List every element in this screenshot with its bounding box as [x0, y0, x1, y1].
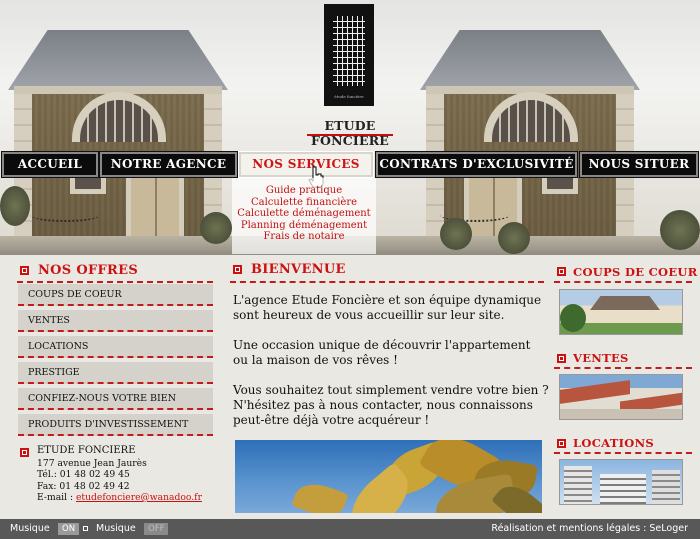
submenu-calculette-demenagement[interactable]: Calculette déménagement — [232, 208, 376, 220]
welcome-divider — [230, 281, 544, 283]
ventes-divider — [554, 367, 692, 369]
brand-underline — [307, 134, 393, 136]
main-nav: ACCUEIL NOTRE AGENCE NOS SERVICES CONTRA… — [0, 151, 700, 178]
ventes-bullet-icon — [557, 354, 566, 363]
nav-nous-situer[interactable]: NOUS SITUER — [579, 151, 699, 178]
offres-prestige[interactable]: PRESTIGE — [18, 362, 213, 384]
contact-name: ETUDE FONCIERE — [37, 445, 136, 456]
offres-produits-investissement[interactable]: PRODUITS D'INVESTISSEMENT — [18, 414, 213, 436]
locations-divider — [554, 452, 692, 454]
welcome-bullet-icon — [233, 265, 242, 274]
music-on-toggle[interactable]: ON — [58, 523, 80, 535]
coups-divider — [554, 281, 692, 283]
contact-address: 177 avenue Jean Jaurès — [37, 458, 147, 469]
nav-contrats-exclusivite[interactable]: CONTRATS D'EXCLUSIVITÉ — [375, 151, 578, 178]
submenu-planning-demenagement[interactable]: Planning déménagement — [232, 220, 376, 232]
submenu-calculette-financiere[interactable]: Calculette financière — [232, 197, 376, 209]
welcome-paragraph-3: Vous souhaitez tout simplement vendre vo… — [233, 383, 549, 427]
nav-accueil[interactable]: ACCUEIL — [1, 151, 99, 178]
nav-nos-services[interactable]: NOS SERVICES — [238, 151, 374, 178]
sidebar-ventes-title[interactable]: VENTES — [573, 351, 629, 365]
sidebar-locations-title[interactable]: LOCATIONS — [573, 436, 654, 450]
submenu-guide-pratique[interactable]: Guide pratique — [232, 185, 376, 197]
footer-bar: Musique ON Musique OFF Réalisation et me… — [0, 519, 700, 539]
bullet-square-icon — [20, 266, 29, 275]
footer-credits-link[interactable]: Réalisation et mentions légales : SeLoge… — [491, 519, 688, 539]
footer-separator-icon — [83, 526, 88, 531]
welcome-title: BIENVENUE — [251, 262, 346, 277]
offres-title: NOS OFFRES — [38, 263, 139, 278]
nav-notre-agence[interactable]: NOTRE AGENCE — [99, 151, 238, 178]
offres-coups-de-coeur[interactable]: COUPS DE COEUR — [18, 284, 213, 306]
contact-bullet-icon — [20, 448, 29, 457]
offres-locations[interactable]: LOCATIONS — [18, 336, 213, 358]
contact-email-link[interactable]: etudefonciere@wanadoo.fr — [76, 492, 202, 503]
welcome-paragraph-1: L'agence Etude Foncière et son équipe dy… — [233, 293, 542, 322]
contact-email-label: E-mail : — [37, 492, 76, 503]
ventes-photo[interactable] — [559, 374, 683, 420]
offres-ventes[interactable]: VENTES — [18, 310, 213, 332]
footer-music-label-1: Musique — [10, 523, 50, 534]
offres-divider — [17, 281, 213, 283]
brand-name: ETUDE FONCIERE — [310, 118, 390, 148]
building-photo-left — [8, 30, 228, 255]
music-off-toggle[interactable]: OFF — [144, 523, 169, 535]
agency-logo[interactable]: étude foncière — [324, 4, 374, 106]
contact-email-row: E-mail : etudefonciere@wanadoo.fr — [37, 492, 202, 503]
welcome-paragraph-2: Une occasion unique de découvrir l'appar… — [233, 338, 531, 367]
offres-confiez-nous[interactable]: CONFIEZ-NOUS VOTRE BIEN — [18, 388, 213, 410]
submenu-frais-de-notaire[interactable]: Frais de notaire — [232, 231, 376, 243]
footer-music-label-2: Musique — [96, 523, 136, 534]
locations-bullet-icon — [557, 439, 566, 448]
contact-tel: Tél.: 01 48 02 49 45 — [37, 469, 130, 480]
contact-fax: Fax: 01 48 02 49 42 — [37, 481, 130, 492]
sidebar-coups-title[interactable]: COUPS DE COEUR — [573, 265, 698, 279]
locations-photo[interactable] — [559, 459, 683, 505]
services-submenu: Guide pratique Calculette financière Cal… — [232, 178, 376, 254]
coups-bullet-icon — [557, 267, 566, 276]
autumn-leaves-photo — [235, 440, 542, 513]
coups-de-coeur-photo[interactable] — [559, 289, 683, 335]
